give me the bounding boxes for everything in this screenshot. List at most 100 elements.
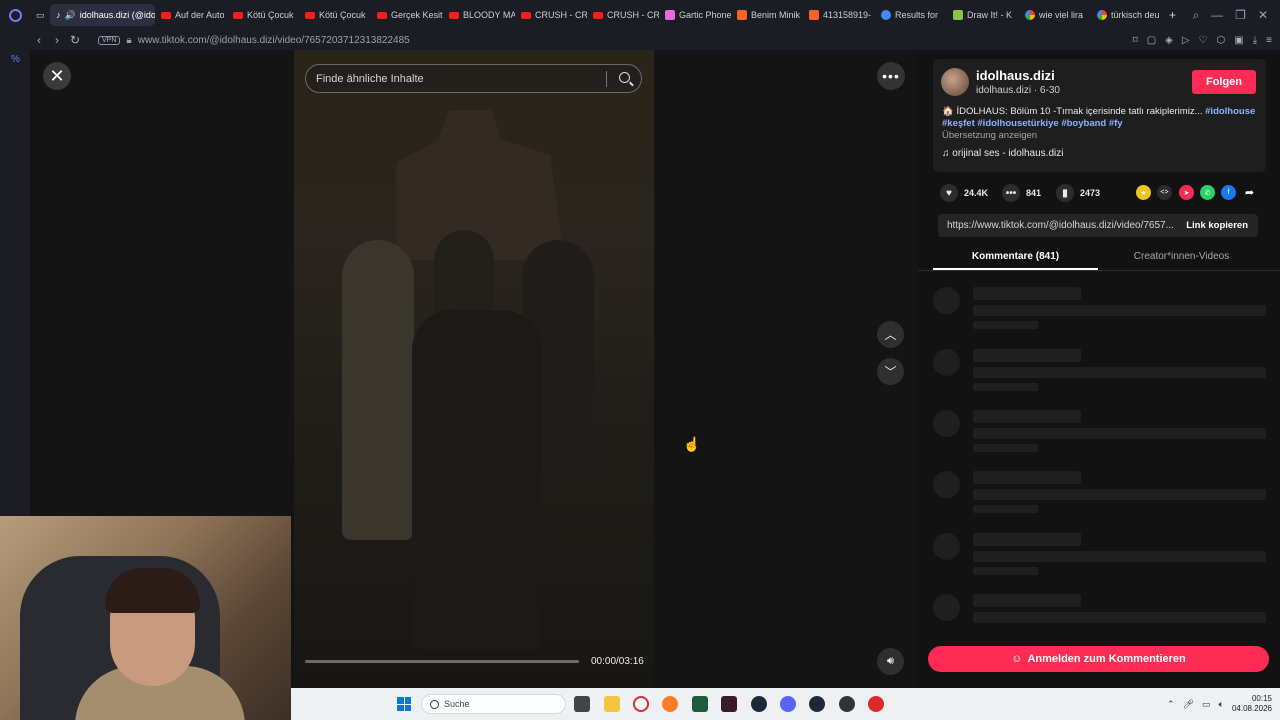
wattpad-icon [737, 10, 747, 20]
volume-button[interactable]: 🔊︎ [877, 648, 904, 675]
hashtag-link[interactable]: #idolhousetürkiye [977, 118, 1058, 129]
tab-youtube-7[interactable]: CRUSH - CR [587, 4, 659, 26]
tab-youtube-6[interactable]: CRUSH - CR [515, 4, 587, 26]
comment-skeleton [933, 533, 1266, 581]
results-icon [881, 10, 891, 20]
app-icon[interactable] [721, 696, 737, 712]
tab-creator-videos[interactable]: Creator*innen-Videos [1099, 251, 1264, 262]
app-icon[interactable] [868, 696, 884, 712]
windows-start-icon[interactable] [397, 697, 411, 711]
hashtag-link[interactable]: #idolhouse [1205, 106, 1255, 117]
tab-youtube-1[interactable]: Auf der Auto [155, 4, 227, 26]
embed-icon[interactable]: <> [1157, 185, 1172, 200]
tab-youtube-4[interactable]: Gerçek Kesit [371, 4, 443, 26]
sidebar-percent-icon[interactable]: % [0, 50, 30, 65]
like-stat[interactable]: ♥ 24.4K [940, 184, 988, 202]
speaker-icon: 🔊 [64, 9, 76, 20]
forward-icon[interactable]: › [48, 33, 66, 47]
extensions-icon[interactable]: ⬡ [1217, 35, 1226, 46]
video-progress-bar[interactable] [305, 660, 579, 663]
minimize-icon[interactable]: — [1211, 8, 1223, 22]
monitor-icon[interactable]: ▭ [1202, 699, 1211, 710]
menu-icon[interactable]: ≡ [1266, 35, 1272, 46]
facebook-icon[interactable]: f [1221, 185, 1236, 200]
back-icon[interactable]: ‹ [30, 33, 48, 47]
tab-youtube-5[interactable]: BLOODY MARY [443, 4, 515, 26]
steam-icon[interactable] [751, 696, 767, 712]
avatar[interactable] [941, 68, 969, 96]
tab-wattpad-2[interactable]: 413158919- [803, 4, 875, 26]
tab-youtube-2[interactable]: Kötü Çocuk [227, 4, 299, 26]
repost-icon[interactable]: ★ [1136, 185, 1151, 200]
microphone-icon[interactable]: 🎤︎ [1183, 699, 1194, 710]
comment-stat[interactable]: ••• 841 [1002, 184, 1041, 202]
tab-wattpad-1[interactable]: Benim Minik [731, 4, 803, 26]
hashtag-link[interactable]: #fy [1109, 118, 1123, 129]
steam-icon[interactable] [809, 696, 825, 712]
search-icon[interactable] [619, 72, 630, 83]
snapshot-icon[interactable]: ▢ [1147, 35, 1156, 46]
download-icon[interactable]: ⤓ [1253, 35, 1257, 46]
bookmark-icon[interactable]: ▮ [1056, 184, 1074, 202]
hashtag-link[interactable]: #boyband [1061, 118, 1106, 129]
author-name[interactable]: idolhaus.dizi [976, 68, 1055, 83]
shield-icon[interactable]: ◈ [1165, 35, 1173, 46]
link-field[interactable]: https://www.tiktok.com/@idolhaus.dizi/vi… [938, 214, 1258, 237]
close-video-button[interactable]: ✕ [43, 62, 71, 90]
more-options-button[interactable]: ••• [877, 62, 905, 90]
vpn-badge[interactable]: VPN [98, 35, 121, 45]
youtube-icon [305, 11, 315, 19]
opera-icon[interactable] [633, 696, 649, 712]
opera-logo-icon[interactable] [0, 0, 30, 30]
tab-tiktok[interactable]: ♪🔊idolhaus.dizi (@idolhaus.dizi) [50, 4, 155, 26]
tab-gartic[interactable]: Gartic Phone [659, 4, 731, 26]
previous-video-button[interactable]: ︿ [877, 321, 904, 348]
reload-icon[interactable]: ↻ [66, 33, 84, 47]
heart-icon[interactable]: ♡ [1199, 35, 1208, 46]
copy-link-button[interactable]: Link kopieren [1186, 220, 1248, 231]
discord-icon[interactable] [780, 696, 796, 712]
task-view-icon[interactable] [574, 696, 590, 712]
chevron-up-icon[interactable]: ⌃ [1167, 699, 1175, 710]
tab-google-1[interactable]: wie viel lira [1019, 4, 1091, 26]
address-bar-actions: ⌑ ▢ ◈ ▷ ♡ ⬡ ▣ ⤓ ≡ [1133, 30, 1272, 50]
comment-skeleton [933, 471, 1266, 519]
similar-content-search[interactable]: Finde ähnliche Inhalte [305, 64, 642, 93]
hashtag-link[interactable]: #keşfet [942, 118, 975, 129]
save-stat[interactable]: ▮ 2473 [1056, 184, 1100, 202]
app-icon[interactable] [692, 696, 708, 712]
tab-overview-icon[interactable]: ▭ [30, 4, 50, 26]
follow-button[interactable]: Folgen [1192, 70, 1256, 94]
whatsapp-icon[interactable]: ✆ [1200, 185, 1215, 200]
tab-youtube-3[interactable]: Kötü Çocuk [299, 4, 371, 26]
tab-results[interactable]: Results for [875, 4, 947, 26]
volume-icon[interactable]: 🔈︎ [1219, 699, 1224, 710]
wallet-icon[interactable]: ▣ [1234, 35, 1243, 46]
maximize-icon[interactable]: ❐ [1235, 8, 1246, 22]
tab-comments[interactable]: Kommentare (841) [933, 251, 1098, 262]
address-bar: ‹ › ↻ VPN 🔒︎ www.tiktok.com/@idolhaus.di… [0, 30, 1280, 50]
search-tabs-icon[interactable]: ⌕ [1192, 8, 1199, 23]
app-icon[interactable] [839, 696, 855, 712]
login-to-comment-button[interactable]: ☺ Anmelden zum Kommentieren [928, 646, 1269, 672]
next-video-button[interactable]: ﹀ [877, 358, 904, 385]
heart-icon[interactable]: ♥ [940, 184, 958, 202]
file-explorer-icon[interactable] [604, 696, 620, 712]
firefox-icon[interactable] [662, 696, 678, 712]
clock[interactable]: 00:15 04.08.2026 [1232, 694, 1272, 714]
send-icon[interactable]: ➤ [1179, 185, 1194, 200]
taskbar-search[interactable]: Suche [421, 694, 566, 714]
tab-draw-it[interactable]: Draw It! - K [947, 4, 1019, 26]
comment-icon[interactable]: ••• [1002, 184, 1020, 202]
bookmark-icon[interactable]: ⌑ [1133, 35, 1138, 46]
share-icon[interactable]: ➦ [1242, 185, 1257, 200]
music-link[interactable]: ♫ orijinal ses - idolhaus.dizi [942, 148, 1063, 159]
youtube-icon [449, 11, 459, 19]
search-input[interactable]: Finde ähnliche Inhalte [316, 73, 424, 85]
translate-link[interactable]: Übersetzung anzeigen [942, 130, 1037, 141]
new-tab-button[interactable]: + [1163, 4, 1181, 26]
url-field[interactable]: www.tiktok.com/@idolhaus.dizi/video/7657… [138, 35, 410, 46]
tab-google-2[interactable]: türkisch deu [1091, 4, 1163, 26]
close-window-icon[interactable]: ✕ [1258, 8, 1268, 22]
play-icon[interactable]: ▷ [1182, 35, 1190, 46]
